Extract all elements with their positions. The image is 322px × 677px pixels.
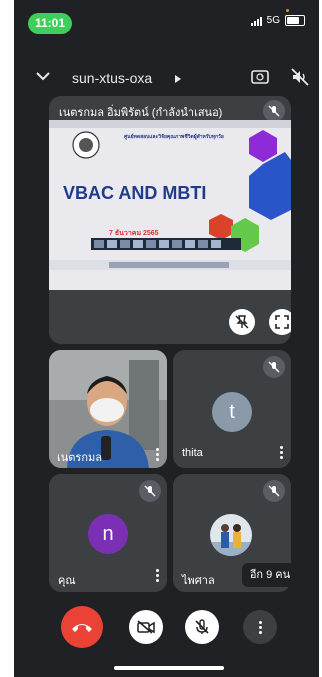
slide-subtitle: ศูนย์ทดสอบและวิจัยคุณภาพชีวิตผู้สำหรับทุ… [124,134,224,140]
presenter-label: เนตรกมล อิ่มพิรัตน์ (กำลังนำเสนอ) [59,107,223,119]
status-icons: 5G [250,15,305,26]
fullscreen-button[interactable] [269,309,291,335]
more-vert-icon[interactable] [155,448,159,461]
network-type: 5G [266,15,280,26]
battery-icon [285,15,305,26]
mic-off-icon [263,100,285,122]
participant-tile[interactable]: เนตรกมล [49,350,167,468]
presentation-tile[interactable]: เนตรกมล อิ่มพิรัตน์ (กำลังนำเสนอ) ศูนย์ท… [49,96,291,344]
chevron-down-icon[interactable] [34,67,52,85]
caret-right-icon[interactable] [174,74,182,84]
meet-screen: 11:01 5G sun-xtus-oxa เนตรกมล อิ่มพิรัตน… [14,0,319,677]
speaker-off-icon[interactable] [290,67,310,87]
others-count-chip[interactable]: อีก 9 คน [242,563,298,587]
participant-name: ไพศาล [182,575,215,587]
mic-toggle-button[interactable] [185,610,219,644]
participant-tile[interactable]: t thita [173,350,291,468]
shared-slide: ศูนย์ทดสอบและวิจัยคุณภาพชีวิตผู้สำหรับทุ… [49,120,291,290]
slide-title: VBAC AND MBTI [63,183,207,203]
participant-name: เนตรกมล [57,452,102,464]
avatar [210,514,252,556]
more-vert-icon [258,620,262,634]
avatar: t [212,392,252,432]
mic-off-icon [263,356,285,378]
privacy-indicator-icon [286,9,289,12]
hang-up-icon [72,624,92,632]
home-indicator [114,666,224,670]
fullscreen-icon [275,315,289,329]
slide-graphics [49,120,291,270]
camera-off-icon [137,620,155,634]
avatar: n [88,514,128,554]
slide-date: 7 ธันวาคม 2565 [109,230,159,237]
end-call-button[interactable] [61,606,103,648]
mic-off-icon [139,480,161,502]
self-tile[interactable]: n คุณ [49,474,167,592]
mic-off-icon [263,480,285,502]
unpin-button[interactable] [229,309,255,335]
status-time: 11:01 [28,13,72,34]
mic-off-icon [195,619,209,634]
signal-icon [250,16,262,26]
more-vert-icon[interactable] [155,569,159,582]
more-options-button[interactable] [243,610,277,644]
camera-toggle-button[interactable] [129,610,163,644]
meeting-code[interactable]: sun-xtus-oxa [72,70,152,86]
switch-camera-icon[interactable] [250,67,270,87]
participant-name: thita [182,447,203,459]
unpin-icon [235,315,249,329]
participant-name: คุณ [58,575,76,587]
more-vert-icon[interactable] [279,446,283,459]
status-bar: 11:01 5G [14,0,319,44]
meeting-header: sun-xtus-oxa [14,62,319,94]
